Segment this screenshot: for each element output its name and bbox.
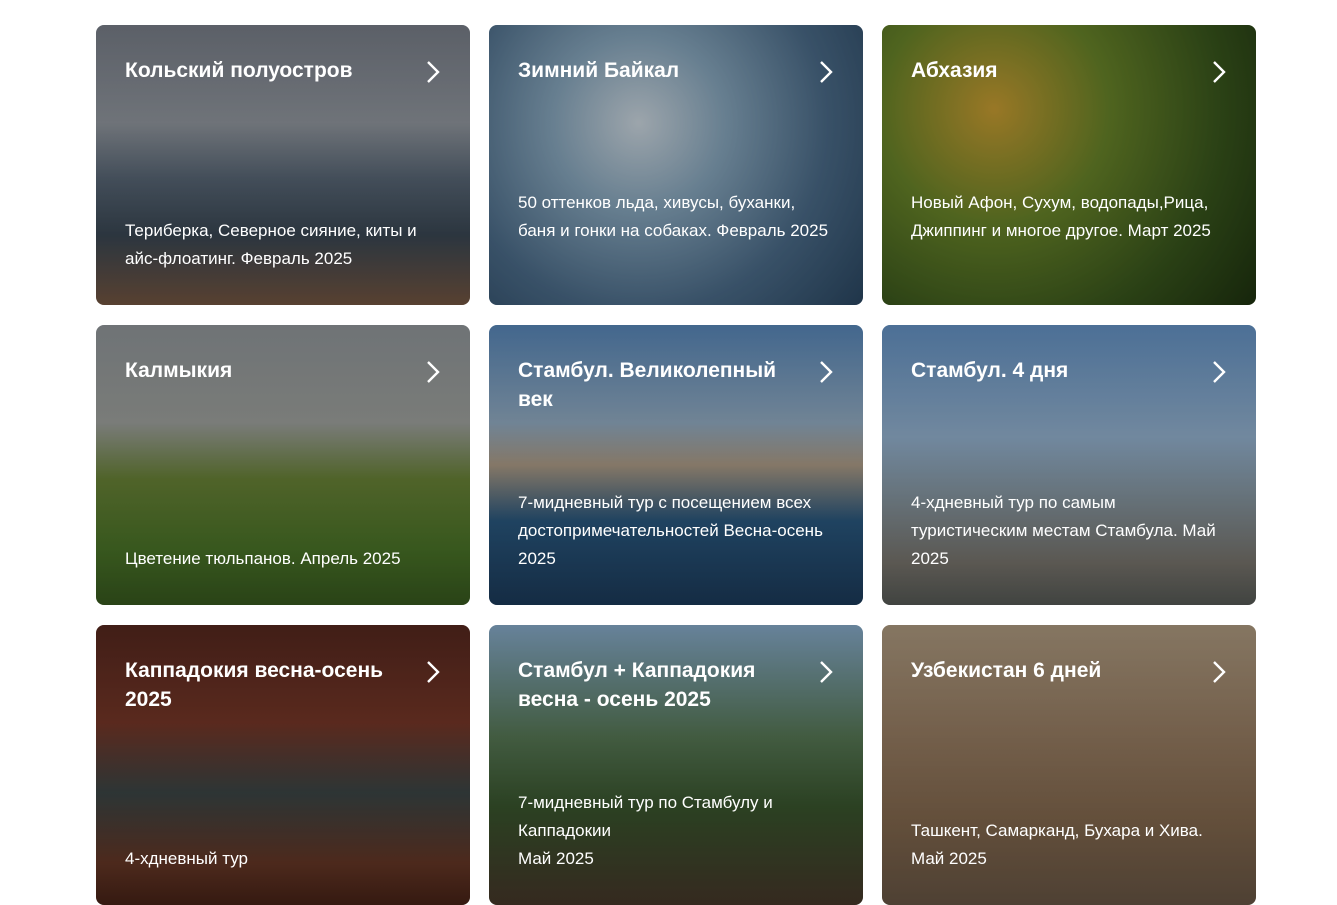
tour-card-istanbul-cappadocia[interactable]: Стамбул + Каппадокия весна - осень 2025 …	[489, 625, 863, 905]
tour-title: Узбекистан 6 дней	[911, 659, 1102, 682]
chevron-right-icon[interactable]	[1210, 59, 1228, 85]
tour-title: Стамбул. Великолепный век	[518, 359, 777, 411]
chevron-right-icon[interactable]	[1210, 359, 1228, 385]
tour-title: Абхазия	[911, 59, 998, 82]
chevron-right-icon[interactable]	[817, 359, 835, 385]
chevron-right-icon[interactable]	[1210, 659, 1228, 685]
tour-card-abkhazia[interactable]: Абхазия Новый Афон, Сухум, водопады,Рица…	[882, 25, 1256, 305]
tour-description: Териберка, Северное сияние, киты и айс-ф…	[125, 221, 417, 268]
chevron-right-icon[interactable]	[424, 59, 442, 85]
tour-description: Новый Афон, Сухум, водопады,Рица, Джиппи…	[911, 193, 1211, 240]
tour-card-kola[interactable]: Кольский полуостров Териберка, Северное …	[96, 25, 470, 305]
tour-title: Стамбул. 4 дня	[911, 359, 1069, 382]
tour-title: Кольский полуостров	[125, 59, 353, 82]
tour-title: Каппадокия весна-осень 2025	[125, 659, 384, 711]
chevron-right-icon[interactable]	[424, 659, 442, 685]
chevron-right-icon[interactable]	[424, 359, 442, 385]
tour-card-kalmykia[interactable]: Калмыкия Цветение тюльпанов. Апрель 2025	[96, 325, 470, 605]
tour-title: Зимний Байкал	[518, 59, 680, 82]
tours-grid: Кольский полуостров Териберка, Северное …	[96, 25, 1256, 905]
tour-card-uzbekistan[interactable]: Узбекистан 6 дней Ташкент, Самарканд, Бу…	[882, 625, 1256, 905]
tour-description: 4-хдневный тур	[125, 849, 248, 868]
tour-card-cappadocia[interactable]: Каппадокия весна-осень 2025 4-хдневный т…	[96, 625, 470, 905]
tour-description: Ташкент, Самарканд, Бухара и Хива. Май 2…	[911, 821, 1203, 868]
tour-card-istanbul-century[interactable]: Стамбул. Великолепный век 7-мидневный ту…	[489, 325, 863, 605]
tour-description: 4-хдневный тур по самым туристическим ме…	[911, 493, 1216, 568]
chevron-right-icon[interactable]	[817, 659, 835, 685]
tour-description: 7-мидневный тур по Стамбулу и Каппадокии…	[518, 793, 773, 868]
tour-card-baikal[interactable]: Зимний Байкал 50 оттенков льда, хивусы, …	[489, 25, 863, 305]
tour-card-istanbul-4days[interactable]: Стамбул. 4 дня 4-хдневный тур по самым т…	[882, 325, 1256, 605]
tour-title: Стамбул + Каппадокия весна - осень 2025	[518, 659, 756, 711]
chevron-right-icon[interactable]	[817, 59, 835, 85]
tour-description: 7-мидневный тур с посещением всех достоп…	[518, 493, 823, 568]
tour-description: Цветение тюльпанов. Апрель 2025	[125, 549, 401, 568]
tour-description: 50 оттенков льда, хивусы, буханки, баня …	[518, 193, 829, 240]
tour-title: Калмыкия	[125, 359, 233, 382]
